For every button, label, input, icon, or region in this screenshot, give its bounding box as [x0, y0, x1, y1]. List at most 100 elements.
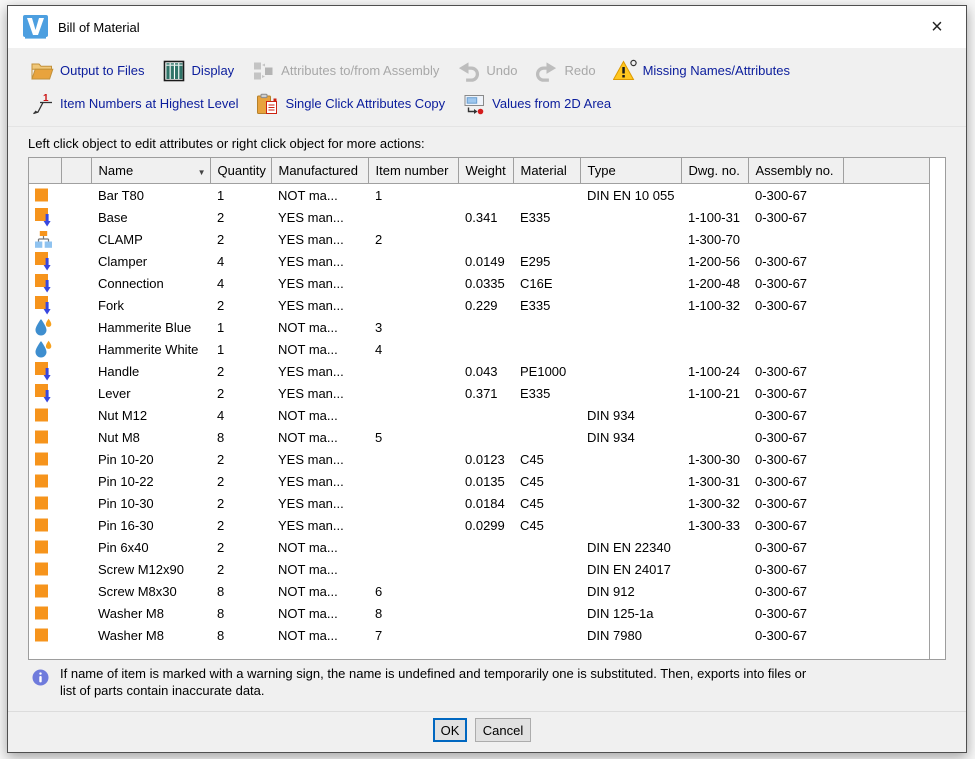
table-row[interactable]: Bar T801NOT ma...1DIN EN 10 0550-300-67 [29, 184, 929, 207]
cell-dwg-no: 1-300-31 [681, 470, 748, 492]
cell-weight [458, 580, 513, 602]
cell-material [513, 338, 580, 360]
cell-material: C45 [513, 514, 580, 536]
cell-type [580, 360, 681, 382]
cell-empty [843, 448, 929, 470]
column-header-name[interactable]: Name▼ [91, 158, 210, 184]
cell-assembly-no: 0-300-67 [748, 602, 843, 624]
cell-item-number [368, 272, 458, 294]
cell-item-number [368, 558, 458, 580]
cell-dwg-no: 1-300-30 [681, 448, 748, 470]
cell-material [513, 404, 580, 426]
ok-button[interactable]: OK [433, 718, 467, 742]
cell-material: C45 [513, 492, 580, 514]
cell-quantity: 2 [210, 294, 271, 316]
toolbar-label: Display [192, 63, 235, 78]
column-header-weight[interactable]: Weight [458, 158, 513, 184]
warning-triangle-icon [613, 59, 637, 83]
display-button[interactable]: Display [162, 59, 235, 83]
cell-assembly-no: 0-300-67 [748, 426, 843, 448]
cell-weight: 0.0335 [458, 272, 513, 294]
column-header-item-number[interactable]: Item number [368, 158, 458, 184]
warning-cell [61, 514, 91, 536]
close-button[interactable]: × [922, 13, 952, 41]
table-row[interactable]: Pin 6x402NOT ma...DIN EN 223400-300-67 [29, 536, 929, 558]
missing-names-attributes-button[interactable]: Missing Names/Attributes [613, 59, 790, 83]
cell-material [513, 228, 580, 250]
cell-assembly-no: 0-300-67 [748, 536, 843, 558]
warning-cell [61, 294, 91, 316]
table-row[interactable]: Nut M88NOT ma...5DIN 9340-300-67 [29, 426, 929, 448]
table-row[interactable]: Handle2YES man...0.043PE10001-100-240-30… [29, 360, 929, 382]
cell-quantity: 2 [210, 206, 271, 228]
cell-material [513, 536, 580, 558]
table-row[interactable]: Washer M88NOT ma...8DIN 125-1a0-300-67 [29, 602, 929, 624]
cancel-button[interactable]: Cancel [475, 718, 531, 742]
table-row[interactable]: Screw M8x308NOT ma...6DIN 9120-300-67 [29, 580, 929, 602]
warning-cell [61, 448, 91, 470]
values-from-2d-area-button[interactable]: Values from 2D Area [462, 92, 611, 116]
cell-quantity: 4 [210, 250, 271, 272]
table-row[interactable]: Nut M124NOT ma...DIN 9340-300-67 [29, 404, 929, 426]
column-header-type[interactable]: Type [580, 158, 681, 184]
table-row[interactable]: Pin 10-222YES man...0.0135C451-300-310-3… [29, 470, 929, 492]
column-header-empty[interactable] [61, 158, 91, 184]
column-header-material[interactable]: Material [513, 158, 580, 184]
cell-dwg-no: 1-100-31 [681, 206, 748, 228]
table-row[interactable]: Pin 16-302YES man...0.0299C451-300-330-3… [29, 514, 929, 536]
warning-cell [61, 272, 91, 294]
cell-weight [458, 228, 513, 250]
warning-cell [61, 382, 91, 404]
warning-cell [61, 184, 91, 207]
cell-weight [458, 184, 513, 207]
cell-empty [843, 558, 929, 580]
cell-type [580, 492, 681, 514]
svg-text:1: 1 [43, 93, 49, 104]
cell-empty [843, 294, 929, 316]
table-row[interactable]: Clamper4YES man...0.0149E2951-200-560-30… [29, 250, 929, 272]
table-row[interactable]: Pin 10-302YES man...0.0184C451-300-320-3… [29, 492, 929, 514]
cell-assembly-no [748, 316, 843, 338]
paint-icon [29, 338, 61, 360]
cell-type [580, 294, 681, 316]
part-arrow-icon [29, 206, 61, 228]
cell-assembly-no: 0-300-67 [748, 558, 843, 580]
column-header-quantity[interactable]: Quantity [210, 158, 271, 184]
table-row[interactable]: Washer M88NOT ma...7DIN 79800-300-67 [29, 624, 929, 646]
table-row[interactable]: Pin 10-202YES man...0.0123C451-300-300-3… [29, 448, 929, 470]
item-numbers-at-highest-level-button[interactable]: 1Item Numbers at Highest Level [30, 92, 238, 116]
single-click-attributes-copy-button[interactable]: Single Click Attributes Copy [255, 92, 445, 116]
cell-assembly-no: 0-300-67 [748, 184, 843, 207]
table-row[interactable]: CLAMP2YES man...21-300-70 [29, 228, 929, 250]
cell-weight: 0.341 [458, 206, 513, 228]
column-header-empty[interactable] [29, 158, 61, 184]
table-row[interactable]: Screw M12x902NOT ma...DIN EN 240170-300-… [29, 558, 929, 580]
cell-dwg-no: 1-300-70 [681, 228, 748, 250]
cell-weight [458, 602, 513, 624]
column-header-empty[interactable] [843, 158, 929, 184]
cell-quantity: 2 [210, 360, 271, 382]
cell-dwg-no [681, 426, 748, 448]
column-header-manufactured[interactable]: Manufactured [271, 158, 368, 184]
column-header-dwg-no-[interactable]: Dwg. no. [681, 158, 748, 184]
table-row[interactable]: Fork2YES man...0.229E3351-100-320-300-67 [29, 294, 929, 316]
table-row[interactable]: Hammerite White1NOT ma...4 [29, 338, 929, 360]
part-arrow-icon [29, 382, 61, 404]
cell-item-number [368, 360, 458, 382]
attributes-to-from-assembly-button: Attributes to/from Assembly [251, 59, 439, 83]
column-header-assembly-no-[interactable]: Assembly no. [748, 158, 843, 184]
cell-assembly-no: 0-300-67 [748, 404, 843, 426]
cell-type [580, 448, 681, 470]
part-icon [29, 558, 61, 580]
table-row[interactable]: Connection4YES man...0.0335C16E1-200-480… [29, 272, 929, 294]
table-row[interactable]: Base2YES man...0.341E3351-100-310-300-67 [29, 206, 929, 228]
table-row[interactable]: Hammerite Blue1NOT ma...3 [29, 316, 929, 338]
warning-cell [61, 602, 91, 624]
cell-item-number [368, 448, 458, 470]
output-to-files-button[interactable]: Output to Files [30, 59, 145, 83]
cell-material: C45 [513, 470, 580, 492]
table-row[interactable]: Lever2YES man...0.371E3351-100-210-300-6… [29, 382, 929, 404]
cell-manufactured: NOT ma... [271, 338, 368, 360]
cell-quantity: 1 [210, 316, 271, 338]
cell-item-number: 5 [368, 426, 458, 448]
